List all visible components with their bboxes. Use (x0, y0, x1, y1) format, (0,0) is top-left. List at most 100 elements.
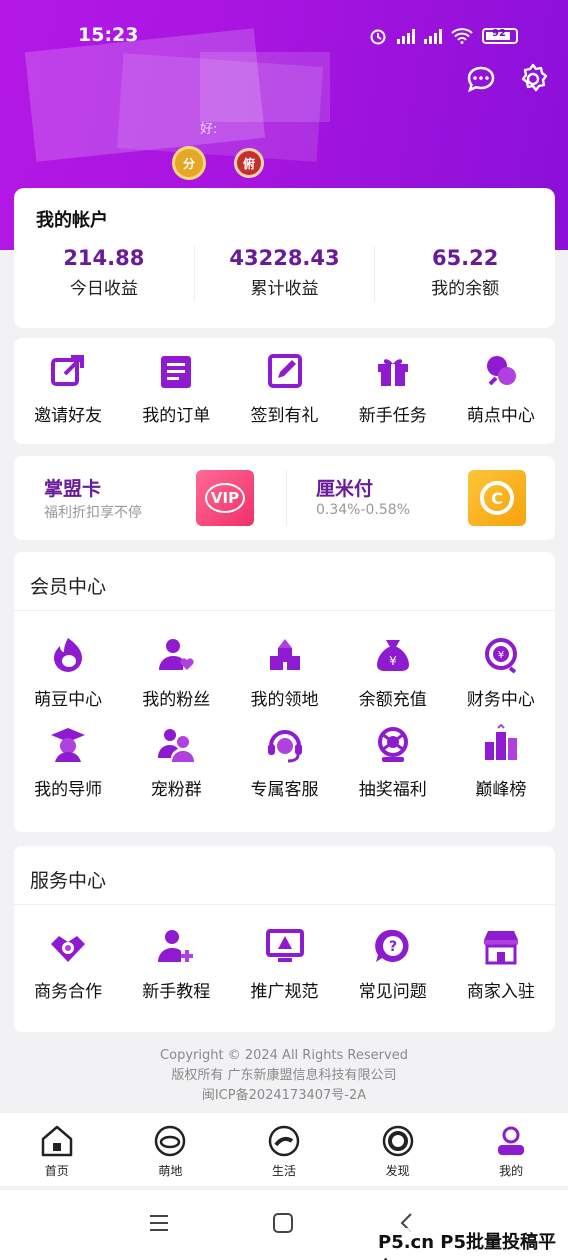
menu-icon[interactable] (148, 1212, 170, 1234)
promo-card: 掌盟卡 福利折扣享不停 VIP 厘米付 0.34%-0.58% C (14, 456, 555, 540)
service-item-business[interactable]: 商务合作 (14, 926, 122, 1002)
service-item-merchant[interactable]: 商家入驻 (447, 926, 555, 1002)
warning-monitor-icon (265, 929, 304, 962)
member-item-fan-group[interactable]: 宠粉群 (122, 724, 230, 800)
stat-value: 43228.43 (229, 246, 340, 270)
footer-line: 闽ICP备2024173407号-2A (201, 1088, 367, 1103)
stat-value: 65.22 (431, 246, 499, 270)
menu-item-checkin[interactable]: 签到有礼 (230, 350, 338, 426)
tab-discover[interactable]: 发现 (341, 1113, 455, 1186)
share-icon (51, 355, 85, 386)
menu-item-invite[interactable]: 邀请好友 (14, 350, 122, 426)
quick-menu: 邀请好友 我的订单 签到有礼 新手任务 萌点中心 (14, 338, 555, 444)
home-icon (41, 1125, 73, 1157)
svg-text:¥: ¥ (498, 650, 504, 661)
account-title: 我的帐户 (36, 210, 108, 231)
ranking-icon (484, 724, 517, 760)
member-item-lottery[interactable]: 抽奖福利 (339, 724, 447, 800)
member-item-territory[interactable]: 我的领地 (230, 634, 338, 710)
alarm-icon (370, 29, 386, 45)
lottery-icon (377, 727, 408, 762)
footer-line: Copyright © 2024 All Rights Reserved (160, 1048, 408, 1063)
copyright-footer: Copyright © 2024 All Rights Reserved 版权所… (0, 1046, 568, 1106)
checkin-icon (267, 354, 302, 388)
member-item-finance[interactable]: ¥ 财务中心 (447, 634, 555, 710)
menu-item-points[interactable]: 萌点中心 (447, 350, 555, 426)
finance-icon: ¥ (484, 638, 517, 674)
svg-text:?: ? (389, 939, 397, 955)
member-item-ranking[interactable]: 巅峰榜 (447, 724, 555, 800)
store-icon (483, 931, 518, 965)
member-item-fans[interactable]: 我的粉丝 (122, 634, 230, 710)
moneybag-icon: ¥ (376, 640, 409, 671)
account-card: 我的帐户 214.88 今日收益 43228.43 累计收益 65.22 我的余… (14, 188, 555, 328)
add-user-icon (158, 930, 194, 962)
battery-icon: 92 (482, 28, 518, 44)
home-nav-icon[interactable] (272, 1212, 294, 1234)
member-item-support[interactable]: 专属客服 (230, 724, 338, 800)
level-badges: 分 俯 (172, 146, 264, 180)
section-title: 会员中心 (30, 576, 107, 598)
account-stats: 214.88 今日收益 43228.43 累计收益 65.22 我的余额 (14, 246, 555, 302)
points-icon (486, 356, 516, 386)
planet-icon (155, 1125, 186, 1157)
promo-card-membership[interactable]: 掌盟卡 福利折扣享不停 VIP (14, 456, 284, 540)
tab-profile[interactable]: 我的 (454, 1113, 568, 1186)
signal-icon (397, 28, 415, 44)
tab-life[interactable]: 生活 (227, 1113, 341, 1186)
menu-item-newbie-task[interactable]: 新手任务 (339, 350, 447, 426)
member-center: 会员中心 萌豆中心 我的粉丝 我的领地 ¥ 余额充值 ¥ 财务中心 我的导师 宠… (14, 552, 555, 832)
member-item-recharge[interactable]: ¥ 余额充值 (339, 634, 447, 710)
svg-text:¥: ¥ (389, 654, 397, 668)
headset-icon (267, 730, 302, 763)
menu-item-orders[interactable]: 我的订单 (122, 350, 230, 426)
mentor-icon (51, 728, 86, 762)
promo-title: 厘米付 (316, 478, 374, 500)
life-icon (268, 1125, 300, 1157)
divider (14, 610, 555, 611)
gift-icon (377, 359, 408, 386)
question-icon: ? (374, 929, 409, 962)
status-bar: 15:23 92 (0, 20, 568, 52)
vip-icon: VIP (196, 470, 254, 526)
service-item-faq[interactable]: ? 常见问题 (339, 926, 447, 1002)
tab-home[interactable]: 首页 (0, 1113, 114, 1186)
stat-label: 今日收益 (69, 279, 138, 299)
group-icon (158, 729, 195, 762)
section-title: 服务中心 (30, 870, 107, 892)
gear-icon[interactable] (516, 62, 550, 96)
tab-mengdi[interactable]: 萌地 (114, 1113, 228, 1186)
bottom-tab-bar: 首页 萌地 生活 发现 我的 (0, 1112, 568, 1186)
member-item-mentor[interactable]: 我的导师 (14, 724, 122, 800)
castle-icon (269, 639, 300, 670)
stat-today-earnings[interactable]: 214.88 今日收益 (14, 246, 195, 302)
status-icons: 92 (368, 26, 518, 46)
watermark: P5.cn P5批量投稿平台 (374, 1228, 568, 1260)
member-item-beans[interactable]: 萌豆中心 (14, 634, 122, 710)
fans-icon (159, 639, 194, 670)
divider (14, 904, 555, 905)
promo-subtitle: 0.34%-0.58% (316, 502, 411, 518)
footer-line: 版权所有 广东新康盟信息科技有限公司 (171, 1068, 397, 1083)
signal-icon (424, 28, 442, 44)
header-partial-text: 好: (200, 122, 218, 137)
service-item-rules[interactable]: 推广规范 (230, 926, 338, 1002)
status-time: 15:23 (78, 24, 139, 46)
stat-value: 214.88 (63, 246, 145, 270)
profile-icon (498, 1126, 525, 1155)
handshake-icon (51, 936, 86, 962)
order-icon (161, 356, 192, 388)
service-center: 服务中心 商务合作 新手教程 推广规范 ? 常见问题 商家入驻 (14, 846, 555, 1032)
stat-balance[interactable]: 65.22 我的余额 (375, 246, 555, 302)
promo-title: 掌盟卡 (44, 478, 102, 500)
wifi-icon (451, 28, 473, 44)
message-icon[interactable] (464, 62, 498, 96)
service-item-tutorial[interactable]: 新手教程 (122, 926, 230, 1002)
header-decoration (200, 52, 330, 122)
stat-total-earnings[interactable]: 43228.43 累计收益 (195, 246, 376, 302)
bean-icon (54, 638, 83, 672)
discover-icon (382, 1125, 413, 1157)
stat-label: 累计收益 (250, 279, 319, 299)
rank-badge[interactable]: 俯 (234, 148, 264, 178)
level-badge[interactable]: 分 (172, 146, 206, 180)
